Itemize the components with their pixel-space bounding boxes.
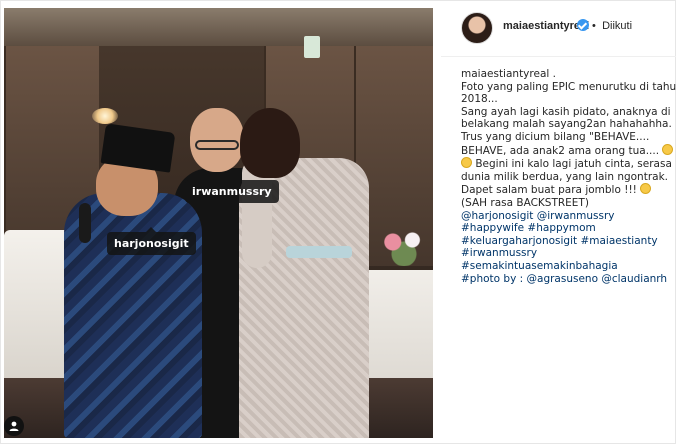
post-caption: maiaestiantyreal . Foto yang paling EPIC… — [461, 68, 676, 286]
separator-dot: • — [592, 20, 596, 32]
microphone — [79, 203, 91, 243]
caption-hashtags[interactable]: #happywife #happymom — [461, 222, 671, 235]
grinning-face-emoji-icon — [640, 183, 652, 195]
caption-line: Foto yang paling EPIC menurutku di tahun — [461, 80, 676, 93]
caption-line: dunia milik berdua, yang lain ngontrak. — [461, 170, 669, 183]
caption-hashtags[interactable]: #semakintuasemakinbahagia — [461, 260, 671, 273]
caption-line-emoji: Dapet salam buat para jomblo !!! — [461, 183, 671, 197]
exit-sign — [304, 36, 320, 58]
caption-line: (SAH rasa BACKSTREET) — [461, 196, 589, 209]
glasses — [195, 140, 239, 150]
post-header: maiaestiantyreal • Diikuti — [441, 1, 676, 57]
user-tag-icon[interactable] — [4, 416, 24, 436]
caption-photo-credit[interactable]: #photo by : @agrasuseno @claudianrh — [461, 273, 671, 286]
caption-hashtags[interactable]: #keluargaharjonosigit #maiaestianty — [461, 235, 671, 248]
caption-line-text: Begini ini kalo lagi jatuh cinta, serasa — [472, 158, 672, 171]
caption-line: Sang ayah lagi kasih pidato, anaknya di — [461, 105, 671, 118]
ceiling — [4, 8, 433, 46]
grinning-face-emoji-icon — [461, 157, 472, 169]
grinning-face-emoji-icon — [662, 143, 674, 155]
caption-line-emoji: Begini ini kalo lagi jatuh cinta, serasa — [461, 157, 672, 171]
woman-hair — [240, 108, 300, 178]
caption-line: belakang malah sayang2an hahahahha. — [461, 118, 672, 131]
person-icon — [9, 421, 19, 431]
caption-line: 2018... — [461, 93, 498, 106]
caption-line-emoji: BEHAVE, ada anak2 ama orang tua.... — [461, 143, 674, 158]
follow-status-button[interactable]: Diikuti — [599, 20, 632, 32]
post-photo[interactable]: irwanmussry harjonosigit — [4, 8, 433, 438]
avatar[interactable] — [461, 12, 493, 44]
caption-line: maiaestiantyreal . — [461, 68, 556, 80]
dress-belt — [286, 246, 352, 258]
verified-badge-icon — [577, 19, 589, 31]
caption-line-text: Dapet salam buat para jomblo !!! — [461, 184, 637, 197]
photo-tag-harjonosigit[interactable]: harjonosigit — [107, 227, 196, 255]
follow-status-label: Diikuti — [602, 20, 633, 32]
caption-mentions[interactable]: @harjonosigit @irwanmussry — [461, 210, 671, 223]
photo-tag-irwanmussry[interactable]: irwanmussry — [185, 175, 279, 203]
caption-line: Trus yang dicium bilang "BEHAVE.... — [461, 130, 650, 143]
caption-line-text: BEHAVE, ada anak2 ama orang tua.... — [461, 144, 660, 157]
caption-hashtags[interactable]: #irwanmussry — [461, 247, 671, 260]
wall-lamp — [92, 108, 118, 124]
flower-arrangement — [376, 226, 432, 266]
instagram-post: irwanmussry harjonosigit maiaestiantyrea… — [0, 0, 676, 444]
